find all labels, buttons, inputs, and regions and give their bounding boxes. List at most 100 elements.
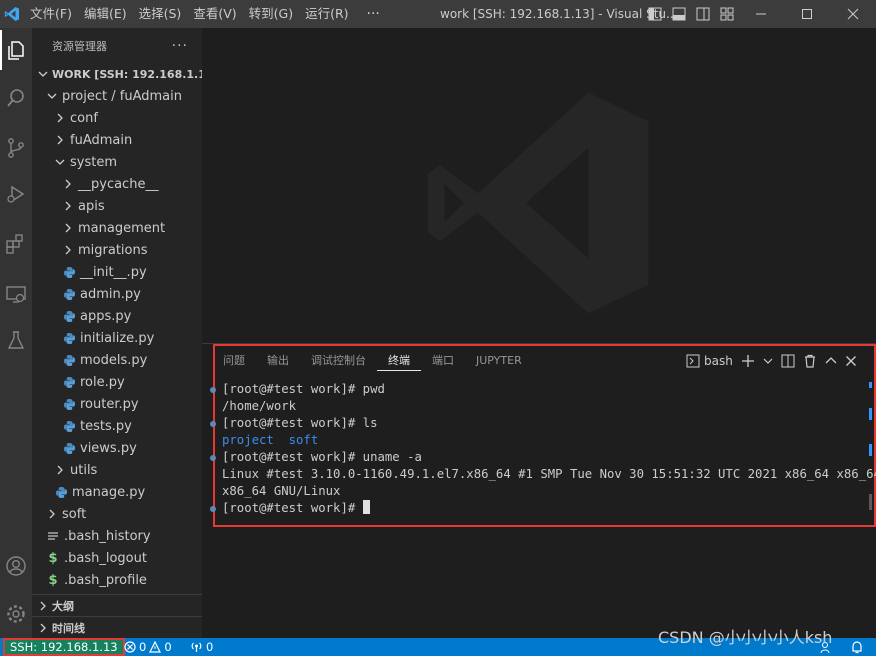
workspace-root-label: WORK [SSH: 192.168.1.13] (52, 67, 202, 81)
tree-item-label: conf (70, 110, 98, 126)
menu-item[interactable]: 编辑(E) (78, 0, 133, 28)
maximize-panel-chevron-up-icon[interactable] (825, 351, 837, 371)
terminal-output[interactable]: [root@#test work]# pwd/home/work [root@#t… (210, 381, 876, 517)
command-marker-icon[interactable] (210, 506, 216, 512)
testing-flask-icon[interactable] (0, 320, 32, 360)
panel-tab[interactable]: 问题 (212, 351, 256, 371)
tree-item-label: apis (78, 198, 105, 214)
explorer-header: 资源管理器 ··· (32, 28, 202, 63)
run-debug-icon[interactable] (0, 174, 32, 214)
command-marker-icon[interactable] (210, 387, 216, 393)
remote-explorer-icon[interactable] (0, 274, 32, 314)
tree-folder[interactable]: migrations (32, 239, 202, 261)
extensions-icon[interactable] (0, 224, 32, 264)
timeline-section[interactable]: 时间线 (32, 616, 202, 638)
toggle-sidebar-icon[interactable] (646, 5, 664, 23)
tree-folder[interactable]: fuAdmain (32, 129, 202, 151)
tree-item-label: role.py (80, 374, 125, 390)
tree-file[interactable]: models.py (32, 349, 202, 371)
tree-item-label: system (70, 154, 117, 170)
chevron-right-icon (62, 200, 74, 212)
remote-indicator[interactable]: SSH: 192.168.1.13 (3, 638, 125, 656)
terminal-line-text: x86_64 GNU/Linux (222, 484, 341, 498)
tree-item-label: apps.py (80, 308, 132, 324)
customize-layout-icon[interactable] (718, 5, 736, 23)
terminal-line: [root@#test work]# pwd (210, 381, 876, 398)
menu-item[interactable]: 运行(R) (299, 0, 354, 28)
menu-item[interactable]: 文件(F) (24, 0, 78, 28)
chevron-down-icon (38, 68, 48, 80)
close-icon[interactable] (830, 0, 876, 28)
tree-item-label: views.py (80, 440, 137, 456)
toggle-panel-icon[interactable] (670, 5, 688, 23)
tree-file[interactable]: apps.py (32, 305, 202, 327)
ports-indicator[interactable]: 0 (190, 638, 213, 656)
tree-item-label: admin.py (80, 286, 141, 302)
menu-item[interactable]: 查看(V) (187, 0, 242, 28)
panel-tab[interactable]: 输出 (256, 351, 300, 371)
tree-folder[interactable]: conf (32, 107, 202, 129)
close-panel-icon[interactable] (845, 351, 857, 371)
panel-tabs: 问题 输出 调试控制台 终端 端口 JUPYTER (212, 351, 533, 371)
panel-tab[interactable]: 端口 (421, 351, 465, 371)
terminal-profile-selector[interactable]: bash (686, 351, 733, 371)
search-icon[interactable] (0, 78, 32, 118)
tree-file[interactable]: .bash_history (32, 525, 202, 547)
menu-item[interactable]: 选择(S) (133, 0, 188, 28)
tree-file[interactable]: router.py (32, 393, 202, 415)
explorer-more-button[interactable]: ··· (172, 38, 188, 54)
new-terminal-plus-icon[interactable] (741, 351, 755, 371)
menu-more-button[interactable]: ··· (355, 0, 392, 28)
maximize-icon[interactable] (784, 0, 830, 28)
tree-folder[interactable]: management (32, 217, 202, 239)
explorer-icon[interactable] (0, 30, 32, 70)
workspace-root[interactable]: WORK [SSH: 192.168.1.13] (32, 63, 202, 85)
notifications-bell-icon[interactable] (850, 638, 864, 656)
kill-terminal-trash-icon[interactable] (803, 351, 817, 371)
command-marker-icon[interactable] (210, 455, 216, 461)
tree-item-label: initialize.py (80, 330, 155, 346)
account-icon[interactable] (0, 546, 32, 586)
panel-tab[interactable]: 调试控制台 (300, 351, 377, 371)
chevron-right-icon (54, 134, 66, 146)
terminal-dropdown-chevron-icon[interactable] (763, 351, 773, 371)
panel-tab[interactable]: 终端 (377, 351, 421, 371)
minimize-icon[interactable] (738, 0, 784, 28)
tree-file[interactable]: views.py (32, 437, 202, 459)
tree-folder[interactable]: project / fuAdmain (32, 85, 202, 107)
source-control-icon[interactable] (0, 128, 32, 168)
menu-item[interactable]: 转到(G) (243, 0, 299, 28)
command-marker-icon[interactable] (210, 421, 216, 427)
tree-file[interactable]: $ .bash_profile (32, 569, 202, 591)
chevron-right-icon (62, 244, 74, 256)
editor-area (202, 28, 876, 343)
vscode-logo-icon (0, 0, 24, 28)
tree-file[interactable]: $ .bash_logout (32, 547, 202, 569)
terminal-shell-name: bash (704, 354, 733, 368)
tree-folder[interactable]: utils (32, 459, 202, 481)
toggle-secondary-sidebar-icon[interactable] (694, 5, 712, 23)
tree-folder[interactable]: __pycache__ (32, 173, 202, 195)
python-file-icon (62, 419, 76, 433)
tree-file[interactable]: admin.py (32, 283, 202, 305)
csdn-watermark: CSDN @小小小小人ksh (658, 628, 833, 647)
bottom-panel: 问题 输出 调试控制台 终端 端口 JUPYTER bash [root@#test wo… (202, 343, 876, 638)
warning-count: 0 (164, 640, 172, 654)
tree-folder[interactable]: soft (32, 503, 202, 525)
tree-item-label: soft (62, 506, 87, 522)
problems-indicator[interactable]: 0 0 (124, 638, 172, 656)
broadcast-icon (191, 642, 202, 652)
tree-file[interactable]: manage.py (32, 481, 202, 503)
panel-tab[interactable]: JUPYTER (465, 351, 533, 371)
tree-folder[interactable]: apis (32, 195, 202, 217)
python-file-icon (54, 485, 68, 499)
python-file-icon (62, 309, 76, 323)
outline-section[interactable]: 大纲 (32, 594, 202, 616)
split-terminal-icon[interactable] (781, 351, 795, 371)
tree-file[interactable]: __init__.py (32, 261, 202, 283)
tree-folder[interactable]: system (32, 151, 202, 173)
tree-file[interactable]: tests.py (32, 415, 202, 437)
tree-file[interactable]: initialize.py (32, 327, 202, 349)
tree-file[interactable]: role.py (32, 371, 202, 393)
settings-gear-icon[interactable] (0, 594, 32, 634)
